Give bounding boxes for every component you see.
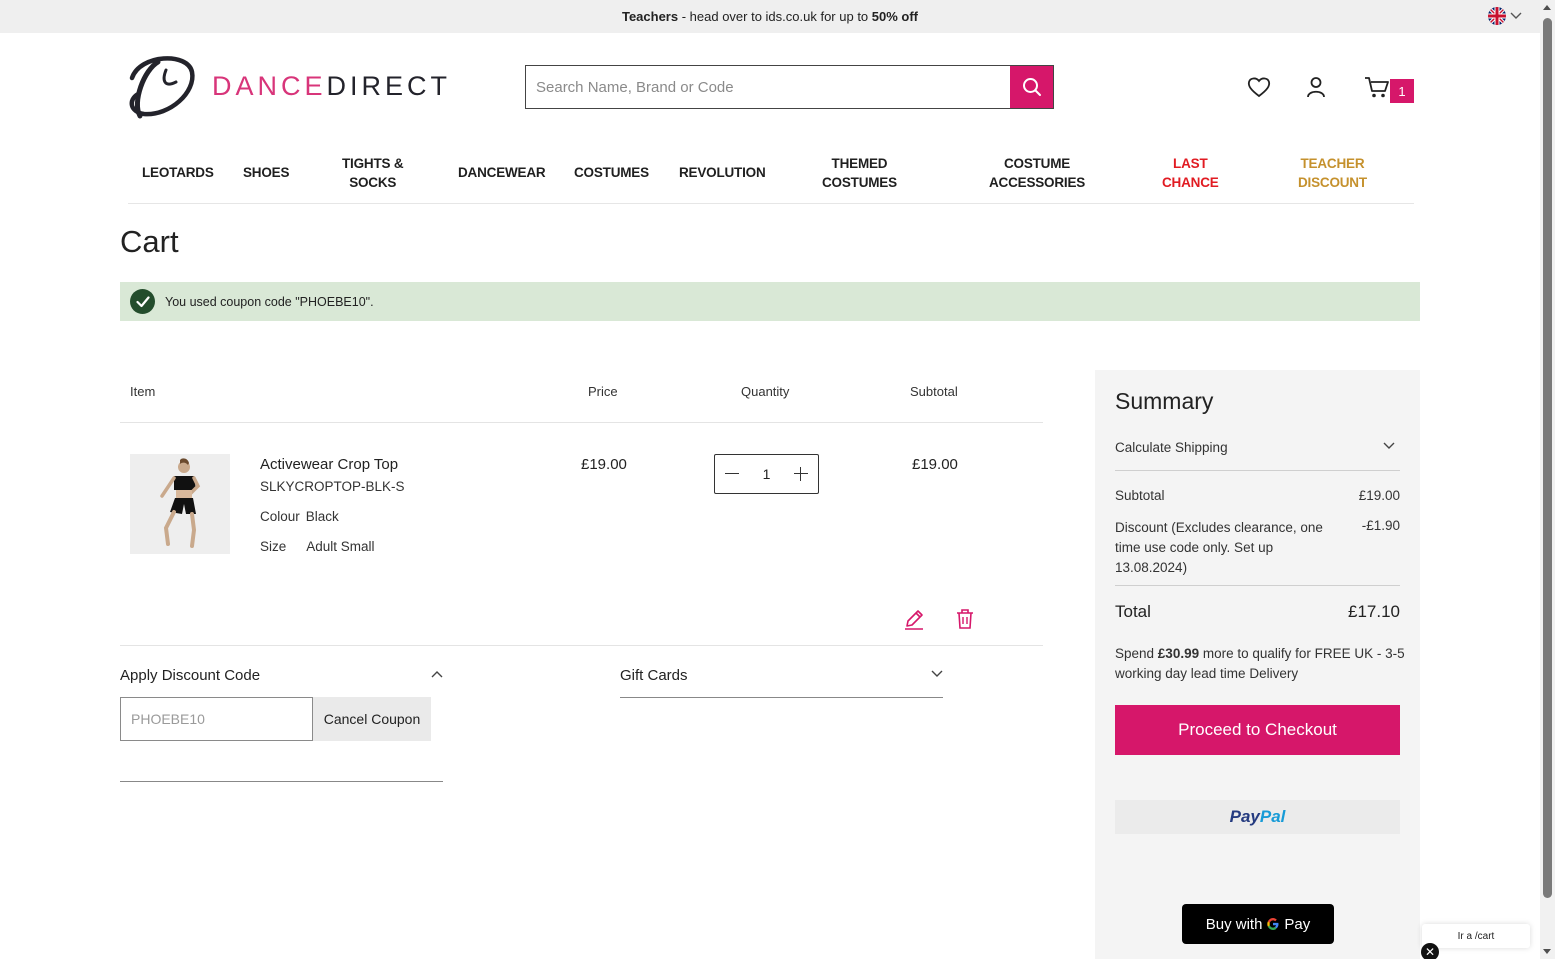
divider xyxy=(120,781,443,782)
product-name-link[interactable]: Activewear Crop Top xyxy=(260,456,398,473)
quantity-value[interactable]: 1 xyxy=(763,466,771,482)
increase-quantity-button[interactable] xyxy=(792,465,810,483)
plus-icon xyxy=(793,473,808,474)
search-icon xyxy=(1022,78,1041,96)
language-selector[interactable] xyxy=(1488,7,1522,25)
paypal-button[interactable]: Pay Pal xyxy=(1115,800,1400,834)
promo-banner[interactable]: Teachers - head over to ids.co.uk for up… xyxy=(0,0,1540,33)
page-title: Cart xyxy=(120,224,179,259)
nav-item-dancewear[interactable]: DANCEWEAR xyxy=(458,163,546,182)
gpay-brand: Pay xyxy=(1284,915,1311,933)
account-user-icon[interactable] xyxy=(1303,74,1329,100)
nav-item-leotards[interactable]: LEOTARDS xyxy=(142,163,214,182)
scroll-up-arrow-icon[interactable] xyxy=(1543,5,1551,10)
scroll-down-arrow-icon[interactable] xyxy=(1543,949,1551,954)
google-pay-button[interactable]: Buy with Pay xyxy=(1182,904,1334,944)
banner-lead: Teachers xyxy=(621,9,679,24)
product-sku: SLKYCROPTOP-BLK-S xyxy=(260,479,405,494)
product-option-size: Size Adult Small xyxy=(260,539,375,554)
free-delivery-note: Spend £30.99 more to qualify for FREE UK… xyxy=(1115,646,1405,681)
minus-icon xyxy=(725,473,739,474)
nav-item-shoes[interactable]: SHOES xyxy=(243,163,289,182)
calculate-shipping-toggle[interactable]: Calculate Shipping xyxy=(1115,440,1228,455)
option-label: Size xyxy=(260,539,287,554)
item-price: £19.00 xyxy=(581,456,627,473)
paypal-logo-part2: Pal xyxy=(1259,807,1286,826)
divider xyxy=(120,645,1043,646)
column-header-item: Item xyxy=(130,384,156,399)
page-scrollbar[interactable] xyxy=(1540,0,1555,959)
coupon-success-message: You used coupon code "PHOEBE10". xyxy=(120,282,1420,321)
spend-amount: £30.99 xyxy=(1157,646,1200,661)
summary-subtotal-row: Subtotal £19.00 xyxy=(1115,488,1400,503)
divider xyxy=(620,697,943,698)
cart-icon[interactable] xyxy=(1364,74,1390,100)
total-value: £17.10 xyxy=(1348,602,1400,621)
item-subtotal: £19.00 xyxy=(912,456,958,473)
nav-item-teacher-discount[interactable]: TEACHER DISCOUNT xyxy=(1298,154,1367,192)
option-value: Black xyxy=(305,509,339,524)
cart-count-badge[interactable]: 1 xyxy=(1390,79,1414,103)
gpay-prefix: Buy with xyxy=(1205,915,1263,933)
check-circle-icon xyxy=(130,289,155,314)
column-header-price: Price xyxy=(588,384,618,399)
uk-flag-icon xyxy=(1488,7,1506,25)
chevron-down-icon[interactable] xyxy=(1383,442,1395,450)
option-label: Colour xyxy=(260,509,300,524)
delete-trash-icon[interactable] xyxy=(955,608,975,630)
nav-item-themed-costumes[interactable]: THEMED COSTUMES xyxy=(822,154,897,192)
banner-text: - head over to ids.co.uk for up to xyxy=(678,9,872,24)
total-label: Total xyxy=(1115,602,1151,621)
product-image[interactable] xyxy=(130,454,230,554)
product-option-colour: Colour Black xyxy=(260,509,339,524)
chevron-down-icon[interactable] xyxy=(931,670,943,678)
proceed-to-checkout-button[interactable]: Proceed to Checkout xyxy=(1115,705,1400,755)
order-summary-panel: Summary Calculate Shipping Subtotal £19.… xyxy=(1095,370,1420,959)
column-header-quantity: Quantity xyxy=(741,384,790,399)
nav-item-tights-socks[interactable]: TIGHTS & SOCKS xyxy=(342,154,404,192)
nav-item-last-chance[interactable]: LAST CHANCE xyxy=(1162,154,1219,192)
summary-total-row: Total £17.10 xyxy=(1115,602,1400,622)
discount-accordion-toggle[interactable]: Apply Discount Code xyxy=(120,667,260,684)
nav-item-revolution[interactable]: REVOLUTION xyxy=(679,163,766,182)
chevron-down-icon xyxy=(1510,12,1522,19)
google-g-icon xyxy=(1267,918,1279,930)
close-icon[interactable]: ✕ xyxy=(1421,943,1439,959)
quantity-stepper: 1 xyxy=(714,454,819,494)
nav-item-costumes[interactable]: COSTUMES xyxy=(574,163,649,182)
scroll-thumb[interactable] xyxy=(1543,18,1552,898)
discount-label: Discount (Excludes clearance, one time u… xyxy=(1115,520,1323,575)
discount-code-input[interactable] xyxy=(120,697,313,741)
divider xyxy=(1115,470,1400,471)
wishlist-heart-icon[interactable] xyxy=(1246,74,1272,100)
gift-cards-accordion-toggle[interactable]: Gift Cards xyxy=(620,667,688,684)
divider xyxy=(120,422,1043,423)
site-logo[interactable]: DANCEDIRECT xyxy=(122,50,451,122)
paypal-logo-part1: Pay xyxy=(1229,807,1260,826)
edit-pencil-icon[interactable] xyxy=(903,608,925,630)
chevron-up-icon[interactable] xyxy=(431,670,443,678)
summary-title: Summary xyxy=(1115,388,1214,414)
main-navigation: LEOTARDS SHOES TIGHTS & SOCKS DANCEWEAR … xyxy=(128,150,1414,204)
divider xyxy=(1115,585,1400,586)
column-header-subtotal: Subtotal xyxy=(910,384,958,399)
decrease-quantity-button[interactable] xyxy=(723,465,741,483)
discount-value: -£1.90 xyxy=(1361,518,1400,533)
cancel-coupon-button[interactable]: Cancel Coupon xyxy=(313,697,431,741)
search-button[interactable] xyxy=(1010,66,1053,108)
search-input[interactable] xyxy=(526,66,1010,108)
subtotal-label: Subtotal xyxy=(1115,488,1165,503)
logo-wordmark: DANCEDIRECT xyxy=(212,70,452,101)
subtotal-value: £19.00 xyxy=(1358,488,1400,503)
notice-text: You used coupon code "PHOEBE10". xyxy=(165,294,374,309)
banner-highlight: 50% off xyxy=(871,9,919,24)
dance-direct-logo-icon xyxy=(129,56,195,119)
row-actions xyxy=(903,608,975,630)
search-bar xyxy=(525,65,1054,109)
floating-url-widget[interactable]: Ir a /cart xyxy=(1422,924,1530,948)
option-value: Adult Small xyxy=(306,539,375,554)
nav-item-costume-accessories[interactable]: COSTUME ACCESSORIES xyxy=(989,154,1085,192)
